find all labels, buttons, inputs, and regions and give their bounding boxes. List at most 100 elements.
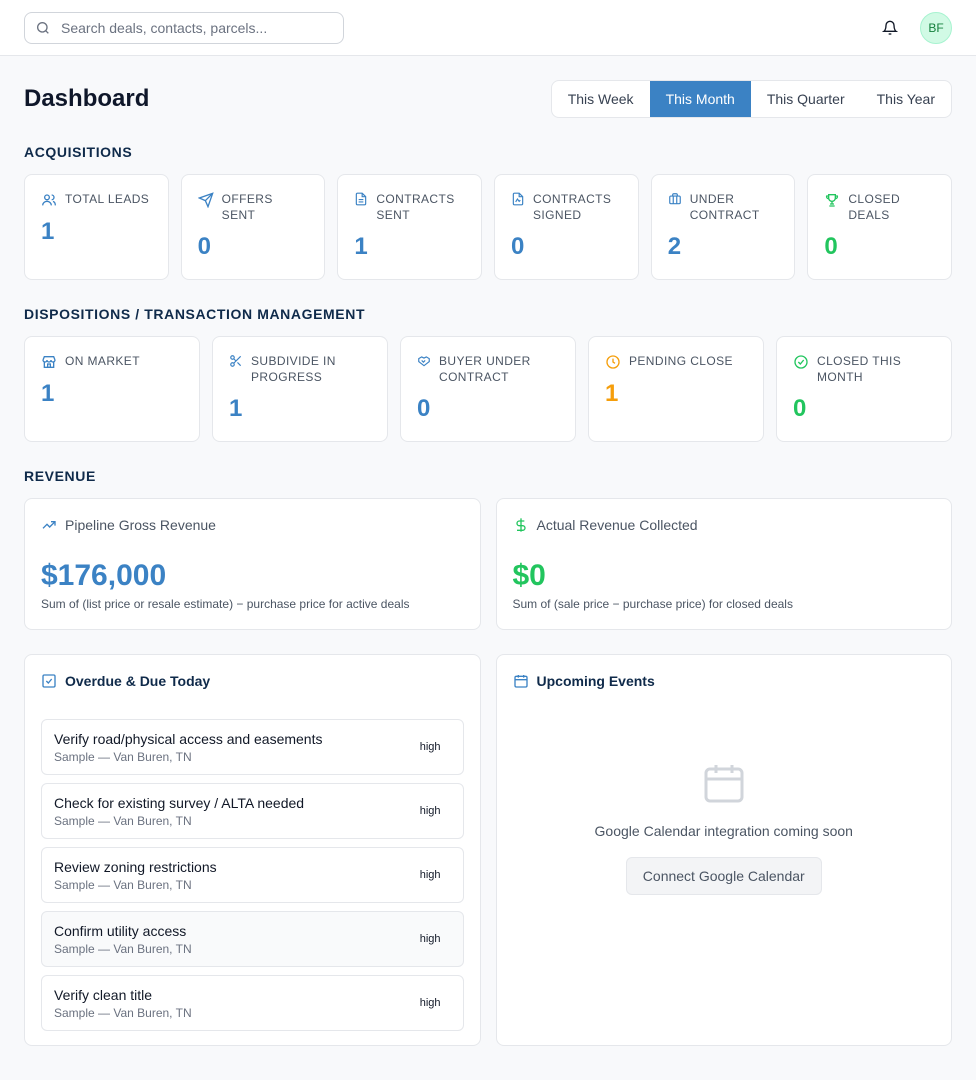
stat-value: 1 bbox=[229, 395, 243, 422]
task-item[interactable]: Verify road/physical access and easement… bbox=[41, 719, 464, 775]
signed-document-icon bbox=[512, 192, 524, 206]
stat-card-buyer-under-contract[interactable]: BUYER UNDER CONTRACT 0 bbox=[400, 336, 576, 442]
stat-value: 0 bbox=[793, 395, 807, 422]
period-this-quarter[interactable]: This Quarter bbox=[751, 81, 861, 117]
priority-badge: high bbox=[419, 869, 441, 881]
task-title: Check for existing survey / ALTA needed bbox=[54, 794, 305, 811]
stat-value: 0 bbox=[511, 233, 525, 260]
stat-label: CONTRACTS SENT bbox=[376, 192, 455, 222]
checkbox-icon bbox=[42, 674, 56, 688]
section-title-dispositions: DISPOSITIONS / TRANSACTION MANAGEMENT bbox=[24, 306, 366, 322]
task-title: Confirm utility access bbox=[54, 922, 187, 939]
top-right-controls: BF bbox=[878, 11, 952, 44]
stat-card-on-market[interactable]: ON MARKET 1 bbox=[24, 336, 200, 442]
events-empty-state: Google Calendar integration coming soon … bbox=[513, 759, 936, 895]
task-item[interactable]: Verify clean title Sample — Van Buren, T… bbox=[41, 975, 464, 1031]
task-subtitle: Sample — Van Buren, TN bbox=[54, 749, 192, 764]
notifications-button[interactable] bbox=[878, 16, 902, 40]
tasks-panel: Overdue & Due Today Verify road/physical… bbox=[24, 654, 481, 1046]
stat-value: 0 bbox=[197, 233, 212, 260]
check-circle-icon bbox=[794, 355, 808, 369]
priority-badge: high bbox=[419, 997, 441, 1009]
avatar[interactable]: BF bbox=[920, 11, 952, 44]
calendar-icon bbox=[513, 675, 528, 688]
period-this-week[interactable]: This Week bbox=[552, 81, 650, 117]
top-bar: BF bbox=[0, 0, 976, 56]
page-title: Dashboard bbox=[24, 85, 150, 112]
priority-badge: high bbox=[419, 805, 441, 817]
priority-badge: high bbox=[419, 933, 441, 945]
events-panel: Upcoming Events Google Calendar integrat… bbox=[495, 654, 952, 1046]
stat-card-offers-sent[interactable]: OFFERS SENT 0 bbox=[180, 174, 326, 280]
dollar-icon bbox=[515, 518, 526, 532]
stat-card-closed-deals[interactable]: CLOSED DEALS 0 bbox=[807, 174, 953, 280]
actual-revenue-note: Sum of (sale price − purchase price) for… bbox=[512, 597, 793, 611]
pipeline-revenue-note: Sum of (list price or resale estimate) −… bbox=[41, 597, 410, 611]
tasks-title: Overdue & Due Today bbox=[65, 673, 211, 689]
period-selector: This Week This Month This Quarter This Y… bbox=[550, 80, 952, 118]
task-item[interactable]: Check for existing survey / ALTA needed … bbox=[41, 783, 464, 839]
section-title-acquisitions: ACQUISITIONS bbox=[24, 144, 133, 160]
stat-label: CLOSED DEALS bbox=[848, 192, 901, 222]
task-subtitle: Sample — Van Buren, TN bbox=[54, 1005, 192, 1020]
task-title: Review zoning restrictions bbox=[54, 858, 217, 875]
task-subtitle: Sample — Van Buren, TN bbox=[54, 813, 192, 828]
stat-label: BUYER UNDER CONTRACT bbox=[439, 354, 531, 384]
period-this-year[interactable]: This Year bbox=[861, 81, 951, 117]
stat-card-subdivide-in-progress[interactable]: SUBDIVIDE IN PROGRESS 1 bbox=[212, 336, 388, 442]
bottom-row: Overdue & Due Today Verify road/physical… bbox=[24, 654, 952, 1046]
stat-card-under-contract[interactable]: UNDER CONTRACT 2 bbox=[650, 174, 796, 280]
pipeline-revenue-card: Pipeline Gross Revenue $176,000 Sum of (… bbox=[24, 498, 481, 630]
briefcase-icon bbox=[668, 193, 681, 205]
stat-label: ON MARKET bbox=[65, 354, 140, 368]
stat-card-closed-this-month[interactable]: CLOSED THIS MONTH 0 bbox=[776, 336, 952, 442]
document-icon bbox=[356, 192, 367, 206]
send-icon bbox=[197, 192, 214, 208]
stat-label: PENDING CLOSE bbox=[629, 354, 733, 368]
stat-value: 1 bbox=[354, 233, 368, 260]
events-message: Google Calendar integration coming soon bbox=[594, 823, 853, 839]
task-item[interactable]: Review zoning restrictions Sample — Van … bbox=[41, 847, 464, 903]
task-item[interactable]: Confirm utility access Sample — Van Bure… bbox=[41, 911, 464, 967]
task-list: Verify road/physical access and easement… bbox=[41, 719, 464, 1031]
stat-value: 1 bbox=[41, 218, 55, 245]
trending-up-icon bbox=[42, 521, 56, 529]
stat-card-contracts-signed[interactable]: CONTRACTS SIGNED 0 bbox=[494, 174, 639, 280]
acquisitions-stats: TOTAL LEADS 1 OFFERS SENT 0 CONTRACTS SE… bbox=[24, 174, 953, 280]
stat-value: 0 bbox=[824, 233, 838, 260]
actual-revenue-card: Actual Revenue Collected $0 Sum of (sale… bbox=[495, 498, 952, 630]
store-icon bbox=[42, 356, 56, 368]
actual-revenue-value: $0 bbox=[512, 559, 546, 592]
section-title-revenue: REVENUE bbox=[24, 468, 96, 484]
stat-label: SUBDIVIDE IN PROGRESS bbox=[251, 354, 336, 384]
search-icon bbox=[37, 21, 49, 34]
page-header: Dashboard This Week This Month This Quar… bbox=[24, 80, 952, 118]
bell-icon bbox=[882, 20, 898, 35]
stat-label: CONTRACTS SIGNED bbox=[533, 192, 612, 222]
clock-icon bbox=[606, 355, 620, 369]
stat-label: OFFERS SENT bbox=[221, 192, 273, 222]
revenue-row: Pipeline Gross Revenue $176,000 Sum of (… bbox=[24, 498, 952, 630]
pipeline-revenue-label: Pipeline Gross Revenue bbox=[65, 517, 216, 533]
pipeline-revenue-value: $176,000 bbox=[41, 559, 167, 592]
calendar-placeholder-icon bbox=[704, 765, 744, 803]
period-this-month[interactable]: This Month bbox=[649, 81, 751, 117]
dispositions-stats: ON MARKET 1 SUBDIVIDE IN PROGRESS 1 BUYE… bbox=[24, 336, 952, 442]
task-subtitle: Sample — Van Buren, TN bbox=[54, 877, 192, 892]
search-box[interactable] bbox=[24, 11, 344, 44]
stat-value: 1 bbox=[41, 380, 55, 407]
stat-label: CLOSED THIS MONTH bbox=[817, 354, 902, 384]
stat-card-pending-close[interactable]: PENDING CLOSE 1 bbox=[588, 336, 764, 442]
task-subtitle: Sample — Van Buren, TN bbox=[54, 941, 192, 956]
stat-value: 0 bbox=[417, 395, 431, 422]
stat-card-contracts-sent[interactable]: CONTRACTS SENT 1 bbox=[337, 174, 483, 280]
stat-label: UNDER CONTRACT bbox=[689, 192, 760, 222]
actual-revenue-label: Actual Revenue Collected bbox=[536, 517, 698, 533]
events-title: Upcoming Events bbox=[536, 673, 655, 689]
priority-badge: high bbox=[419, 741, 441, 753]
connect-google-calendar-button[interactable]: Connect Google Calendar bbox=[625, 857, 822, 895]
handshake-icon bbox=[418, 356, 430, 367]
search-input[interactable] bbox=[61, 19, 321, 36]
stat-label: TOTAL LEADS bbox=[65, 192, 150, 206]
stat-card-total-leads[interactable]: TOTAL LEADS 1 bbox=[24, 174, 169, 280]
